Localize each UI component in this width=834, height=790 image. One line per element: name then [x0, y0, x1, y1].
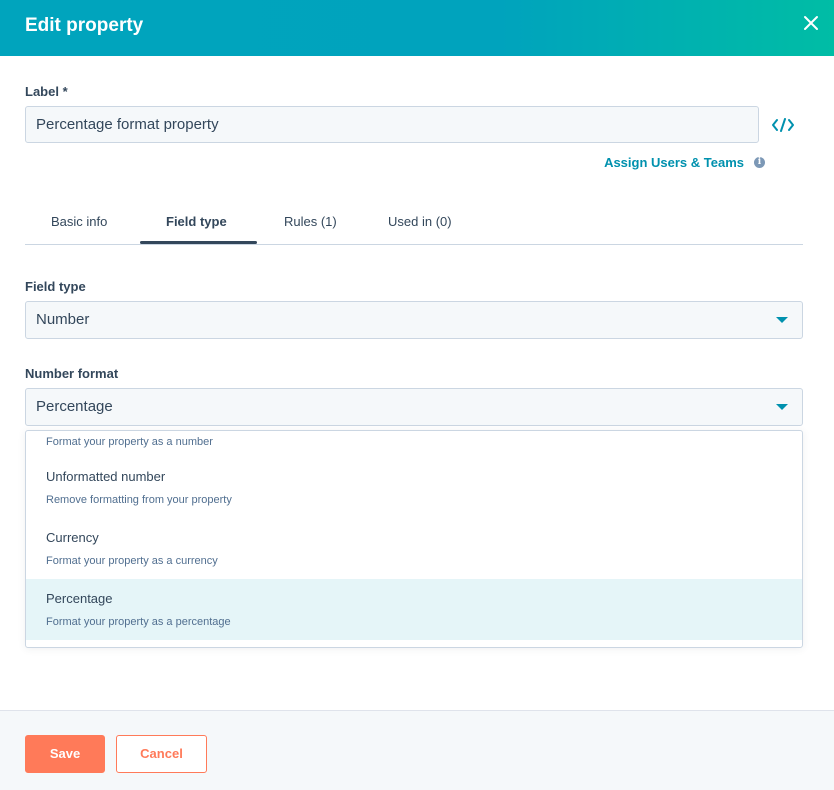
tab-bar: Basic info Field type Rules (1) Used in … — [25, 200, 803, 245]
assign-users-teams-link[interactable]: Assign Users & Teams — [604, 155, 744, 170]
option-title: Percentage — [46, 591, 113, 606]
option-desc: Remove formatting from your property — [46, 494, 232, 506]
tab-used-in[interactable]: Used in (0) — [388, 214, 452, 229]
option-desc: Format your property as a percentage — [46, 616, 231, 628]
option-number[interactable]: Format your property as a number — [26, 431, 802, 457]
option-desc: Format your property as a currency — [46, 555, 218, 567]
label-input[interactable]: Percentage format property — [25, 106, 759, 143]
option-currency[interactable]: Currency Format your property as a curre… — [26, 518, 802, 579]
label-field-label: Label * — [25, 84, 68, 99]
option-title: Unformatted number — [46, 469, 166, 484]
save-button[interactable]: Save — [25, 735, 105, 773]
field-type-label: Field type — [25, 279, 86, 294]
tab-rules[interactable]: Rules (1) — [284, 214, 337, 229]
option-title: Currency — [46, 530, 99, 545]
number-format-select[interactable]: Percentage — [25, 388, 803, 426]
tab-basic-info[interactable]: Basic info — [51, 214, 107, 229]
number-format-label: Number format — [25, 366, 119, 381]
number-format-value: Percentage — [36, 398, 113, 415]
option-unformatted-number[interactable]: Unformatted number Remove formatting fro… — [26, 457, 802, 518]
option-percentage[interactable]: Percentage Format your property as a per… — [26, 579, 802, 640]
code-icon[interactable] — [771, 116, 795, 134]
tab-field-type[interactable]: Field type — [166, 214, 227, 229]
option-desc: Format your property as a number — [46, 436, 213, 448]
modal-title: Edit property — [25, 15, 144, 36]
caret-down-icon — [776, 317, 788, 323]
number-format-dropdown: Format your property as a number Unforma… — [25, 430, 803, 648]
close-icon[interactable] — [802, 14, 820, 32]
caret-down-icon — [776, 404, 788, 410]
field-type-select[interactable]: Number — [25, 301, 803, 339]
modal-footer: Save Cancel — [0, 710, 834, 790]
active-tab-indicator — [140, 241, 257, 244]
modal-header: Edit property — [0, 0, 834, 56]
cancel-button[interactable]: Cancel — [116, 735, 207, 773]
info-icon[interactable]: i — [754, 157, 765, 168]
field-type-value: Number — [36, 311, 90, 328]
